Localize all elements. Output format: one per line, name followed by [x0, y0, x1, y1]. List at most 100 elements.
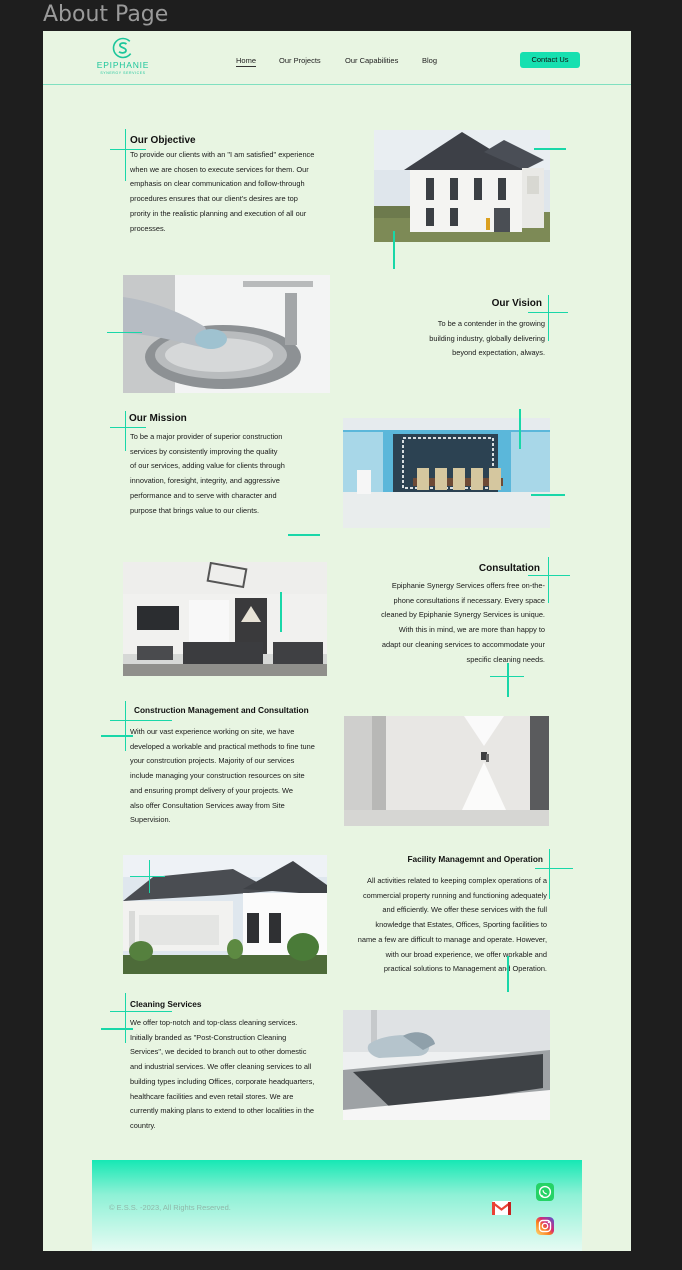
text-line: Epiphanie Synergy Services offers free o… — [391, 581, 545, 590]
accent-line — [528, 575, 570, 576]
logo-mark-icon — [112, 37, 134, 59]
accent-line — [548, 295, 549, 341]
text-line: Initially branded as "Post-Construction … — [130, 1032, 287, 1042]
accent-line — [125, 129, 126, 181]
logo-name: EPIPHANIE — [96, 60, 150, 70]
text-line: knowledge that Estates, Offices, Sportin… — [375, 920, 547, 930]
accent-line — [531, 494, 565, 496]
text-line: building industry, globally delivering — [429, 333, 545, 343]
accent-line — [507, 956, 509, 992]
accent-line — [507, 663, 509, 697]
accent-line — [149, 860, 150, 893]
section-text: We offer top-notch and top-class cleanin… — [130, 1016, 314, 1134]
accent-line — [535, 868, 573, 869]
text-line: with our broad experience, we offer work… — [385, 949, 547, 959]
accent-line — [110, 720, 172, 721]
text-line: and efficiently. We offer these services… — [382, 905, 547, 915]
nav-our-projects[interactable]: Our Projects — [279, 56, 321, 65]
text-line: All activities related to keeping comple… — [367, 876, 547, 885]
accent-line — [528, 312, 568, 313]
text-line: adapt our cleaning services to accommoda… — [381, 639, 545, 649]
text-line: building types including Offices, corpor… — [130, 1076, 315, 1086]
site-footer: © E.S.S. -2023, All Rights Reserved. — [92, 1160, 582, 1251]
section-text: All activities related to keeping comple… — [333, 874, 547, 977]
accent-line — [519, 409, 521, 449]
section-text: To provide our clients with an "I am sat… — [130, 148, 314, 236]
text-line: beyond expectation, always. — [452, 348, 545, 358]
text-line: developed a workable and practical metho… — [130, 741, 315, 751]
logo[interactable]: EPIPHANIE SYNERGY SERVICES — [95, 37, 151, 83]
text-line: cleaned by Epiphanie Synergy Services is… — [381, 610, 545, 620]
text-line: healthcare facilities and even retail st… — [130, 1091, 294, 1101]
text-line: emphasis on clear communication and foll… — [130, 179, 305, 189]
site-header: EPIPHANIE SYNERGY SERVICES Home Our Proj… — [43, 31, 631, 85]
copyright-text: © E.S.S. -2023, All Rights Reserved. — [109, 1203, 231, 1212]
accent-line — [490, 676, 524, 677]
text-line: country. — [130, 1120, 156, 1130]
text-line: With this in mind, we are more than happ… — [398, 625, 545, 635]
text-line: performance and to serve with character … — [130, 490, 277, 500]
nav-our-capabilities[interactable]: Our Capabilities — [345, 56, 398, 65]
accent-line — [548, 557, 549, 603]
construction-management-image — [344, 716, 549, 826]
accent-line — [110, 1011, 172, 1012]
text-line: procedures ensures that our client’s des… — [130, 194, 298, 204]
cleaning-services-image — [343, 1010, 550, 1120]
text-line: and ensuring prompt delivery of your pro… — [130, 785, 293, 795]
text-line: To be a major provider of superior const… — [130, 432, 283, 441]
text-line: With our vast experience working on site… — [130, 727, 295, 736]
section-title: Our Mission — [129, 413, 187, 424]
section-text: To be a major provider of superior const… — [130, 430, 285, 518]
text-line: purpose that brings value to our clients… — [130, 505, 260, 515]
contact-us-button[interactable]: Contact Us — [520, 52, 580, 68]
text-line: prority in the realistic planning and ex… — [130, 208, 307, 218]
vision-image — [123, 275, 330, 393]
instagram-icon[interactable] — [536, 1217, 554, 1240]
text-line: processes. — [130, 223, 166, 233]
text-line: To be a contender in the growing — [437, 319, 545, 328]
text-line: when we are chosen to execute services f… — [130, 164, 309, 174]
text-line: of our services, adding value for client… — [130, 461, 285, 471]
gmail-icon[interactable] — [492, 1201, 511, 1220]
accent-line — [534, 148, 566, 150]
frame-title: About Page — [43, 2, 169, 27]
text-line: We offer top-notch and top-class cleanin… — [130, 1018, 298, 1027]
accent-line — [107, 332, 142, 333]
text-line: practical solutions to Management and Op… — [383, 964, 547, 974]
section-title: Cleaning Services — [130, 999, 202, 1009]
section-text: Epiphanie Synergy Services offers free o… — [353, 579, 545, 667]
about-page: EPIPHANIE SYNERGY SERVICES Home Our Proj… — [43, 31, 631, 1251]
whatsapp-icon[interactable] — [536, 1183, 554, 1206]
nav-home[interactable]: Home — [236, 56, 257, 67]
accent-line — [101, 735, 133, 737]
text-line: include managing your construction resou… — [130, 771, 305, 781]
text-line: also offer Consultation Services away fr… — [130, 800, 285, 810]
text-line: and industrial services. We offer cleani… — [130, 1062, 312, 1072]
accent-line — [110, 149, 146, 150]
accent-line — [110, 427, 146, 428]
section-title: Construction Management and Consultation — [134, 705, 309, 715]
accent-line — [280, 592, 282, 632]
text-line: innovation, foresight, integrity, and ag… — [130, 476, 280, 486]
section-title: Our Objective — [130, 135, 196, 146]
logo-tagline: SYNERGY SERVICES — [100, 71, 146, 75]
text-line: services by consistently improving the q… — [130, 446, 278, 456]
accent-line — [130, 876, 165, 877]
accent-line — [125, 993, 126, 1043]
section-title: Facility Managemnt and Operation — [407, 854, 543, 864]
text-line: Supervision. — [130, 815, 171, 825]
section-title: Our Vision — [491, 298, 542, 309]
accent-line — [393, 231, 395, 269]
nav-blog[interactable]: Blog — [422, 56, 437, 65]
text-line: phone consultations if necessary. Every … — [393, 595, 545, 605]
text-line: Services", we decided to branch out to o… — [130, 1047, 307, 1057]
accent-line — [101, 1028, 133, 1030]
text-line: name a few are difficult to manage and o… — [357, 934, 547, 944]
consultation-image — [123, 562, 327, 676]
text-line: your constrcution projects. Majority of … — [130, 756, 295, 766]
text-line: commercial property running and function… — [362, 890, 547, 900]
accent-line — [549, 849, 550, 899]
accent-line — [125, 701, 126, 751]
text-line: To provide our clients with an "I am sat… — [130, 150, 315, 159]
facility-management-image — [123, 855, 327, 974]
